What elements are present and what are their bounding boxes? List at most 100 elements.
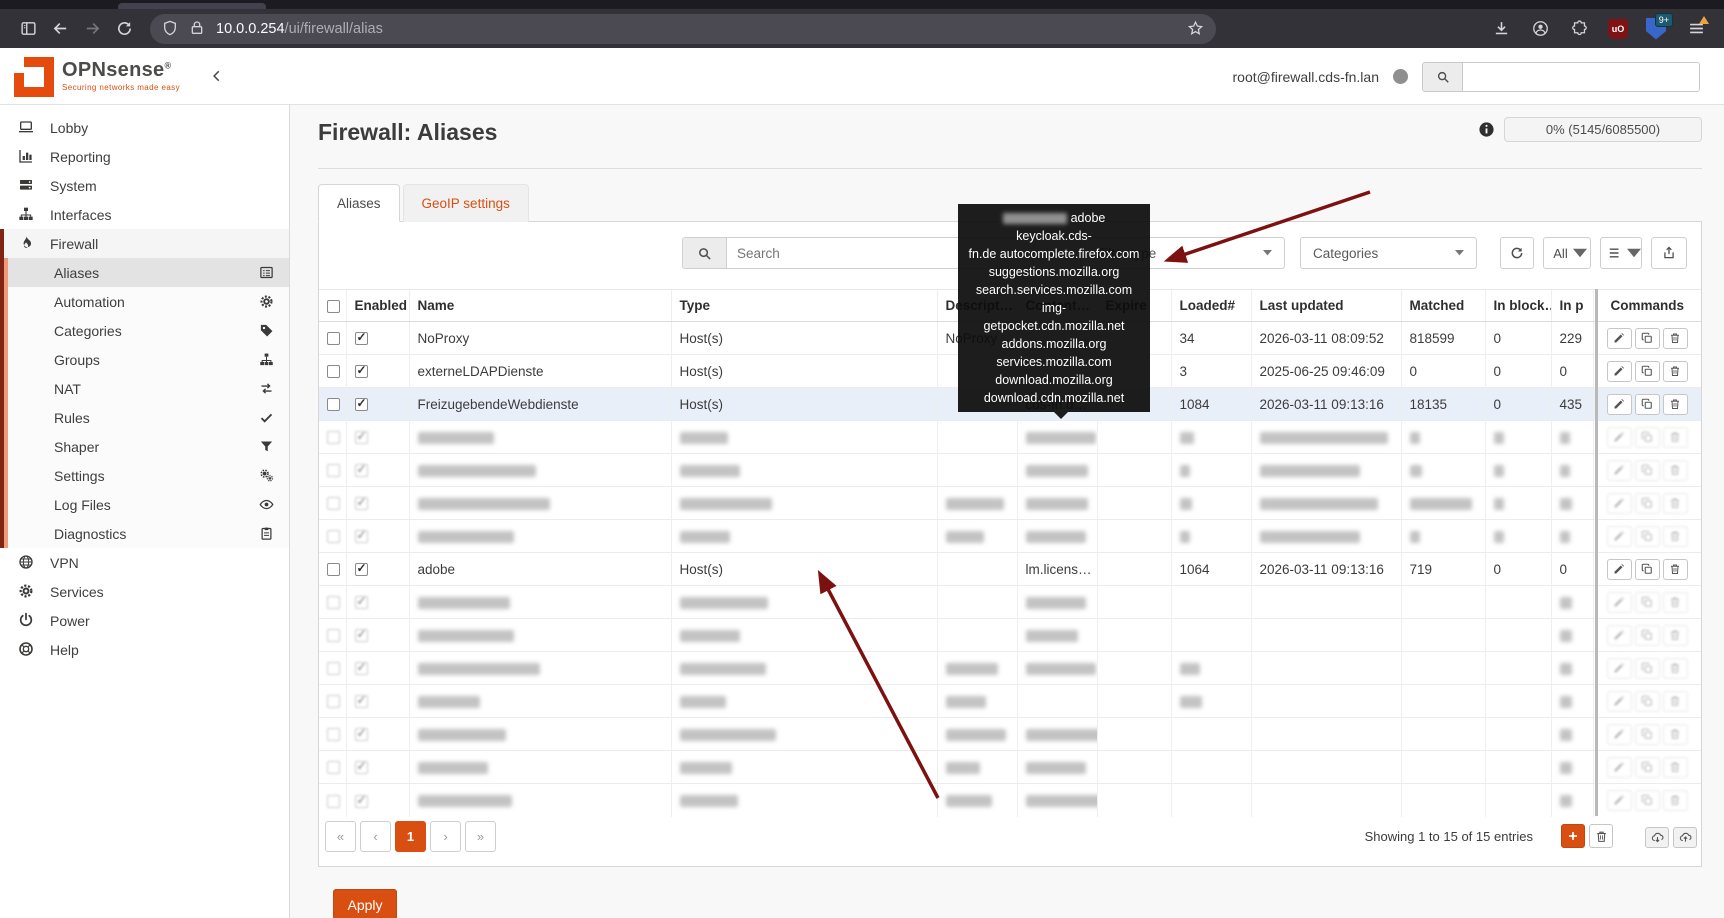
copy-button[interactable] <box>1634 558 1660 580</box>
enabled-checkbox[interactable] <box>354 793 368 808</box>
table-scrollbar[interactable] <box>1595 289 1598 816</box>
forward-icon[interactable] <box>76 14 108 44</box>
row-select-checkbox[interactable] <box>327 398 340 412</box>
delete-button[interactable] <box>1662 657 1688 679</box>
row-select-checkbox[interactable] <box>327 563 340 577</box>
row-select-checkbox[interactable] <box>327 530 340 544</box>
table-row[interactable] <box>319 783 1701 817</box>
delete-button[interactable] <box>1662 558 1688 580</box>
url-bar[interactable]: 10.0.0.254/ui/firewall/alias <box>150 13 1216 44</box>
edit-button[interactable] <box>1606 789 1632 811</box>
row-select-checkbox[interactable] <box>327 695 340 709</box>
row-select-checkbox[interactable] <box>327 761 340 775</box>
sidebar-item-aliases[interactable]: Aliases <box>8 258 289 287</box>
copy-button[interactable] <box>1634 525 1660 547</box>
pagination-first[interactable]: « <box>325 821 356 852</box>
copy-button[interactable] <box>1634 789 1660 811</box>
edit-button[interactable] <box>1606 591 1632 613</box>
info-icon[interactable] <box>1478 121 1495 138</box>
account-icon[interactable] <box>1524 14 1556 44</box>
table-row[interactable] <box>319 618 1701 652</box>
bookmark-star-icon[interactable] <box>1187 20 1204 37</box>
columns-select-button[interactable] <box>1600 237 1642 269</box>
table-row[interactable] <box>319 651 1701 685</box>
tab-geoip-settings[interactable]: GeoIP settings <box>402 184 529 222</box>
sidebar-item-diagnostics[interactable]: Diagnostics <box>8 519 289 548</box>
copy-button[interactable] <box>1634 327 1660 349</box>
sidebar-item-groups[interactable]: Groups <box>8 345 289 374</box>
upload-aliases-button[interactable] <box>1673 827 1697 848</box>
sidebar-item-interfaces[interactable]: Interfaces <box>0 200 289 229</box>
edit-button[interactable] <box>1606 360 1632 382</box>
sidebar-item-lobby[interactable]: Lobby <box>0 113 289 142</box>
sidebar-item-reporting[interactable]: Reporting <box>0 142 289 171</box>
enabled-checkbox[interactable] <box>354 726 368 742</box>
sidebar-item-rules[interactable]: Rules <box>8 403 289 432</box>
delete-button[interactable] <box>1662 756 1688 778</box>
page-size-select[interactable]: All <box>1543 237 1591 269</box>
copy-button[interactable] <box>1634 690 1660 712</box>
enabled-checkbox[interactable] <box>354 759 368 775</box>
table-row[interactable] <box>319 453 1701 487</box>
delete-button[interactable] <box>1662 789 1688 811</box>
download-icon[interactable] <box>1485 14 1517 44</box>
tab-aliases[interactable]: Aliases <box>318 184 400 222</box>
sidebar-item-system[interactable]: System <box>0 171 289 200</box>
pagination-last[interactable]: » <box>465 821 496 852</box>
copy-button[interactable] <box>1634 393 1660 415</box>
row-select-checkbox[interactable] <box>327 332 340 346</box>
opnsense-logo[interactable] <box>14 57 54 97</box>
sidebar-item-settings[interactable]: Settings <box>8 461 289 490</box>
table-row[interactable] <box>319 519 1701 553</box>
edit-button[interactable] <box>1606 426 1632 448</box>
delete-button[interactable] <box>1662 690 1688 712</box>
copy-button[interactable] <box>1634 492 1660 514</box>
lock-icon[interactable] <box>189 20 207 38</box>
table-row[interactable] <box>319 420 1701 454</box>
pagination-page-1[interactable]: 1 <box>395 821 426 852</box>
column-header-Type[interactable]: Type <box>670 289 937 322</box>
row-select-checkbox[interactable] <box>327 662 340 676</box>
edit-button[interactable] <box>1606 459 1632 481</box>
enabled-checkbox[interactable] <box>354 561 368 577</box>
refresh-button[interactable] <box>1500 237 1534 269</box>
enabled-checkbox[interactable] <box>354 660 368 676</box>
table-row[interactable] <box>319 585 1701 619</box>
row-select-checkbox[interactable] <box>327 794 340 808</box>
sidebar-item-automation[interactable]: Automation <box>8 287 289 316</box>
enabled-checkbox[interactable] <box>354 429 368 445</box>
enabled-checkbox[interactable] <box>354 495 368 511</box>
table-row-adobe[interactable]: adobeHost(s) lm.licens… 10642026-03-11 09:… <box>319 552 1701 586</box>
enabled-checkbox[interactable] <box>354 363 368 379</box>
sidebar-item-firewall[interactable]: Firewall <box>4 229 289 258</box>
copy-button[interactable] <box>1634 624 1660 646</box>
enabled-checkbox[interactable] <box>354 330 368 346</box>
delete-selected-button[interactable] <box>1589 824 1613 848</box>
delete-button[interactable] <box>1662 459 1688 481</box>
row-select-checkbox[interactable] <box>327 497 340 511</box>
edit-button[interactable] <box>1606 690 1632 712</box>
enabled-checkbox[interactable] <box>354 528 368 544</box>
enabled-checkbox[interactable] <box>354 594 368 610</box>
sidebar-item-vpn[interactable]: VPN <box>0 548 289 577</box>
row-select-checkbox[interactable] <box>327 431 340 445</box>
row-select-checkbox[interactable] <box>327 365 340 379</box>
column-header-Enabled[interactable]: Enabled <box>345 289 409 322</box>
edit-button[interactable] <box>1606 393 1632 415</box>
table-row[interactable] <box>319 486 1701 520</box>
apply-button[interactable]: Apply <box>333 889 397 918</box>
tracking-shield-icon[interactable] <box>162 20 180 38</box>
table-row[interactable] <box>319 717 1701 751</box>
sidebar-collapse-icon[interactable] <box>210 68 224 84</box>
sidebar-item-shaper[interactable]: Shaper <box>8 432 289 461</box>
back-icon[interactable] <box>44 14 76 44</box>
delete-button[interactable] <box>1662 327 1688 349</box>
edit-button[interactable] <box>1606 657 1632 679</box>
ublock-extension-icon[interactable]: uO <box>1602 14 1634 44</box>
column-header-Loaded#[interactable]: Loaded# <box>1170 289 1251 322</box>
copy-button[interactable] <box>1634 756 1660 778</box>
table-row[interactable] <box>319 684 1701 718</box>
select-all-checkbox[interactable] <box>327 299 340 313</box>
sidebar-item-power[interactable]: Power <box>0 606 289 635</box>
download-aliases-button[interactable] <box>1645 827 1669 848</box>
